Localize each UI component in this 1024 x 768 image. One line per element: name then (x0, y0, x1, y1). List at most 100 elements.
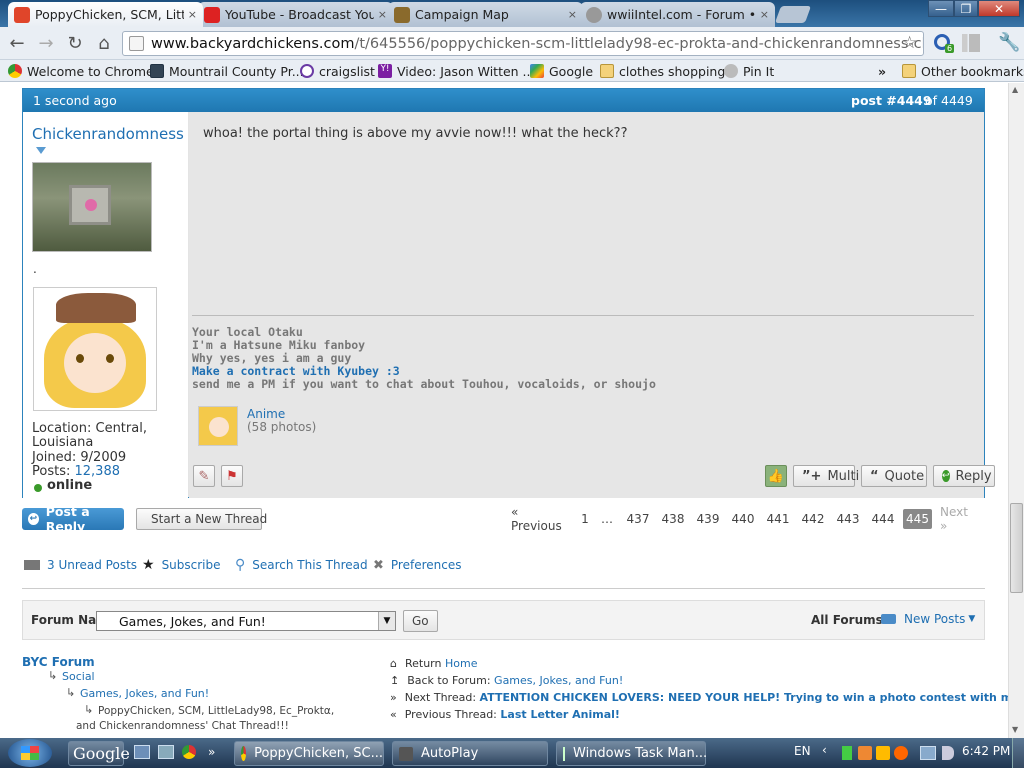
taskbar-item-autoplay[interactable]: AutoPlay (392, 741, 548, 766)
user-avatar-companion-cube[interactable] (32, 162, 152, 252)
tab-campaign-map[interactable]: Campaign Map × (388, 2, 583, 27)
album-thumbnail[interactable] (198, 406, 238, 446)
scroll-down-arrow-icon[interactable]: ▼ (1012, 725, 1018, 734)
grid-icon (150, 64, 164, 78)
page-ellipsis: … (601, 512, 613, 526)
crumb-byc-forum[interactable]: BYC Forum (22, 655, 95, 669)
youtube-favicon-icon (204, 6, 220, 23)
user-custom-title: . (33, 262, 37, 276)
tray-app-icon[interactable] (894, 746, 908, 760)
page-scrollbar[interactable]: ▲ ▼ (1008, 83, 1024, 738)
album-link[interactable]: Anime (247, 407, 285, 421)
bookmark-mountrail[interactable]: Mountrail County Pr... (150, 62, 304, 80)
forward-arrow-icon[interactable]: → (35, 32, 57, 54)
reply-button[interactable]: ↩ Reply (933, 465, 995, 487)
minimize-button[interactable]: — (928, 0, 954, 17)
tray-app-icon[interactable] (876, 746, 890, 760)
post-reply-button[interactable]: ↩ Post a Reply (22, 504, 124, 534)
page-link[interactable]: 444 (869, 509, 897, 529)
go-button[interactable]: Go (403, 610, 438, 632)
crumb-games[interactable]: Games, Jokes, and Fun! (80, 687, 209, 700)
bookmark-pinit[interactable]: Pin It (724, 62, 774, 80)
home-link[interactable]: Home (445, 657, 477, 670)
wrench-icon[interactable]: 🔧 (998, 32, 1020, 53)
home-icon[interactable]: ⌂ (93, 32, 115, 54)
page-link[interactable]: 441 (764, 509, 792, 529)
taskbar-item-task-manager[interactable]: Windows Task Man... (556, 741, 707, 766)
page-link[interactable]: 439 (694, 509, 722, 529)
chevron-down-icon[interactable]: ▼ (378, 612, 395, 630)
thumbs-up-button[interactable]: 👍 (765, 465, 787, 487)
unread-posts-link[interactable]: 3 Unread Posts (24, 557, 137, 573)
tab-poppychicken[interactable]: PoppyChicken, SCM, Littl × (8, 2, 203, 27)
signal-icon[interactable] (962, 34, 980, 52)
tray-chevron-icon[interactable]: ‹ (822, 743, 827, 757)
previous-thread-link[interactable]: Last Letter Animal! (500, 708, 620, 721)
pagination-prev[interactable]: « Previous (511, 505, 569, 533)
subscribe-link[interactable]: ★ Subscribe (142, 557, 221, 573)
quicklaunch-overflow-icon[interactable]: » (208, 745, 215, 759)
new-tab-button[interactable] (774, 6, 812, 23)
return-home-row: ⌂ Return Home (390, 657, 477, 670)
page-link[interactable]: 442 (799, 509, 827, 529)
show-desktop-icon[interactable] (134, 745, 150, 759)
username-link[interactable]: Chickenrandomness (32, 125, 184, 143)
forum-nav-select[interactable]: Games, Jokes, and Fun! ▼ (96, 611, 396, 631)
subscribe-label: Subscribe (161, 558, 221, 572)
page-link[interactable]: 440 (729, 509, 757, 529)
google-icon (530, 64, 544, 78)
back-forum-link[interactable]: Games, Jokes, and Fun! (494, 674, 623, 687)
back-arrow-icon[interactable]: ← (6, 32, 28, 54)
close-tab-icon[interactable]: × (188, 8, 197, 21)
post-number-link[interactable]: post #4449 (851, 93, 932, 108)
pin-icon (724, 64, 738, 78)
scroll-up-arrow-icon[interactable]: ▲ (1012, 85, 1018, 94)
next-thread-link[interactable]: ATTENTION CHICKEN LOVERS: NEED YOUR HELP… (480, 691, 1008, 704)
close-tab-icon[interactable]: × (378, 8, 387, 21)
chrome-icon[interactable] (182, 745, 196, 759)
user-menu-triangle-icon[interactable] (36, 147, 46, 154)
page-link[interactable]: 443 (834, 509, 862, 529)
page-link[interactable]: 437 (624, 509, 652, 529)
quote-button[interactable]: “ Quote (861, 465, 927, 487)
clock[interactable]: 6:42 PM (962, 744, 1010, 758)
google-search-taskbar[interactable]: Google (68, 741, 130, 766)
network-icon[interactable] (920, 746, 936, 760)
report-flag-icon[interactable]: ⚑ (221, 465, 243, 487)
page-link[interactable]: 1 (578, 509, 592, 529)
bookmark-craigslist[interactable]: craigslist (300, 62, 375, 80)
bookmark-video[interactable]: Y! Video: Jason Witten ... (378, 62, 534, 80)
search-thread-link[interactable]: ⚲ Search This Thread (235, 557, 368, 573)
maximize-button[interactable]: ❐ (954, 0, 978, 17)
bookmark-clothes-folder[interactable]: clothes shopping (600, 62, 725, 80)
bookmark-welcome[interactable]: Welcome to Chrome (8, 62, 154, 80)
tab-youtube[interactable]: YouTube - Broadcast Your × (198, 2, 393, 27)
address-bar[interactable]: www.backyardchickens.com/t/645556/poppyc… (122, 31, 924, 56)
tray-app-icon[interactable] (858, 746, 872, 760)
other-bookmarks-folder[interactable]: Other bookmarks (902, 62, 1024, 80)
reload-icon[interactable]: ↻ (64, 32, 86, 54)
edit-pencil-icon[interactable]: ✎ (193, 465, 215, 487)
bookmarks-overflow-chevron-icon[interactable]: » (878, 62, 886, 80)
posts-count-link[interactable]: 12,388 (75, 464, 121, 479)
show-desktop-button[interactable] (1012, 738, 1024, 768)
preferences-link[interactable]: ✖ Preferences (373, 557, 461, 573)
volume-icon[interactable] (942, 746, 954, 760)
crumb-social[interactable]: Social (62, 670, 95, 683)
multi-quote-button[interactable]: ”+ Multi (793, 465, 859, 487)
taskbar-item-chrome[interactable]: PoppyChicken, SC... (234, 741, 384, 766)
tray-battery-icon[interactable] (842, 746, 852, 760)
new-posts-menu[interactable]: New Posts ▼ (881, 612, 975, 626)
bookmark-star-icon[interactable]: ☆ (902, 33, 917, 53)
language-indicator[interactable]: EN (794, 744, 811, 758)
close-window-button[interactable]: ✕ (978, 0, 1020, 17)
page-link[interactable]: 438 (659, 509, 687, 529)
bookmark-google[interactable]: Google (530, 62, 593, 80)
scrollbar-thumb[interactable] (1010, 503, 1023, 593)
explorer-icon[interactable] (158, 745, 174, 759)
close-tab-icon[interactable]: × (760, 8, 769, 21)
close-tab-icon[interactable]: × (568, 8, 577, 21)
new-thread-button[interactable]: Start a New Thread (136, 508, 267, 530)
tab-wwiiintel[interactable]: wwiiIntel.com - Forum • U × (580, 2, 775, 27)
start-orb-button[interactable] (8, 739, 52, 767)
